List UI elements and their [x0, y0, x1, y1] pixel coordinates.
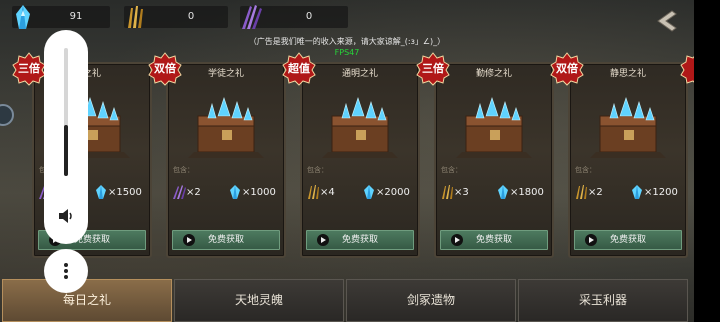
- gift-card: 通明之礼包含： ×4 ×2000 免费获取: [300, 62, 420, 258]
- gold-feather-icon: [128, 6, 143, 28]
- more-icon-dot: [64, 269, 68, 273]
- reward-item: ×1800: [496, 184, 544, 202]
- button-label: 免费获取: [341, 235, 378, 245]
- badge-label: 超值: [288, 62, 310, 75]
- reward-qty: ×4: [320, 187, 335, 198]
- feather-count: 0: [187, 11, 195, 22]
- tab-sword-tomb-relic[interactable]: 剑冢遗物: [346, 279, 516, 322]
- ad-notice: （广告是我们唯一的收入来源，请大家谅解_(:з」∠)_）: [248, 37, 446, 46]
- speaker-icon[interactable]: [56, 206, 76, 226]
- blue-crystal-icon: [16, 5, 30, 29]
- reward-item: ×2000: [362, 184, 410, 202]
- back-arrow-icon[interactable]: [654, 8, 680, 34]
- resource-crystal: 91: [12, 5, 110, 29]
- side-circle-button[interactable]: [0, 104, 14, 126]
- gift-card: 勤修之礼包含： ×3 ×1800 免费获取: [434, 62, 554, 258]
- tab-jade-tools[interactable]: 采玉利器: [518, 279, 688, 322]
- reward-qty: ×2: [186, 187, 201, 198]
- gift-card: 学徒之礼包含： ×2 ×1000 免费获取: [166, 62, 286, 258]
- treasure-chest-image: [174, 86, 278, 162]
- play-ad-icon: [451, 234, 463, 246]
- more-icon-dot: [64, 263, 68, 267]
- badge-label: 双倍: [556, 62, 578, 75]
- multiplier-badge: 超值: [282, 52, 316, 86]
- volume-panel[interactable]: [44, 30, 88, 244]
- free-claim-button[interactable]: 免费获取: [306, 230, 414, 250]
- gift-title: 学徒之礼: [207, 69, 244, 79]
- reward-item: ×2: [172, 184, 201, 202]
- reward-qty: ×2: [588, 187, 603, 198]
- tab-label: 采玉利器: [578, 293, 627, 307]
- reward-qty: ×1500: [108, 187, 142, 198]
- tab-label: 剑冢遗物: [406, 293, 455, 307]
- reward-item: ×1500: [94, 184, 142, 202]
- badge-label: 双倍: [154, 62, 176, 75]
- more-icon-dot: [64, 275, 68, 279]
- multiplier-badge: 三倍: [416, 52, 450, 86]
- screen-edge: [694, 0, 720, 322]
- free-claim-button[interactable]: 免费获取: [574, 230, 682, 250]
- reward-items: ×4 ×2000: [302, 182, 418, 204]
- button-label: 免费获取: [207, 235, 244, 245]
- purple-claw-icon: [242, 5, 262, 29]
- reward-items: ×3 ×1800: [436, 182, 552, 204]
- gift-title: 勤修之礼: [475, 69, 512, 79]
- partial-badge: [680, 55, 694, 84]
- volume-level[interactable]: [64, 125, 68, 176]
- gift-title: 静思之礼: [609, 69, 646, 79]
- reward-qty: ×1000: [242, 187, 276, 198]
- game-screen: 91 0 0 （广告是我们唯一的收入来源，请大家谅解_(:з」∠)_） FPS4…: [0, 0, 694, 322]
- reward-items: ×2 ×1200: [570, 182, 686, 204]
- tab-label: 天地灵魄: [234, 293, 283, 307]
- resource-claw: 0: [240, 5, 348, 29]
- tab-daily-gift[interactable]: 每日之礼: [2, 279, 172, 322]
- multiplier-badge: 双倍: [550, 52, 584, 86]
- multiplier-badge: 双倍: [148, 52, 182, 86]
- button-label: 免费获取: [609, 235, 646, 245]
- reward-items: ×2 ×1000: [168, 182, 284, 204]
- gift-card: 静思之礼包含： ×2 ×1200 免费获取: [568, 62, 688, 258]
- button-label: 免费获取: [475, 235, 512, 245]
- more-options-button[interactable]: [44, 249, 88, 293]
- contains-label: 包含：: [173, 166, 194, 174]
- tab-heaven-earth-soul[interactable]: 天地灵魄: [174, 279, 344, 322]
- treasure-chest-image: [442, 86, 546, 162]
- play-ad-icon: [585, 234, 597, 246]
- contains-label: 包含：: [441, 166, 462, 174]
- claw-count: 0: [305, 11, 313, 22]
- badge-label: 三倍: [18, 62, 40, 75]
- reward-qty: ×2000: [376, 187, 410, 198]
- contains-label: 包含：: [575, 166, 596, 174]
- play-ad-icon: [183, 234, 195, 246]
- free-claim-button[interactable]: 免费获取: [172, 230, 280, 250]
- badge-label: 三倍: [422, 62, 444, 75]
- reward-item: ×1000: [228, 184, 276, 202]
- contains-label: 包含：: [307, 166, 328, 174]
- treasure-chest-image: [308, 86, 412, 162]
- reward-item: ×3: [440, 184, 469, 202]
- treasure-chest-image: [576, 86, 680, 162]
- play-ad-icon: [317, 234, 329, 246]
- free-claim-button[interactable]: 免费获取: [440, 230, 548, 250]
- tab-label: 每日之礼: [62, 293, 111, 307]
- reward-item: ×4: [306, 184, 335, 202]
- gift-title: 通明之礼: [341, 69, 378, 79]
- reward-qty: ×3: [454, 187, 469, 198]
- reward-item: ×2: [574, 184, 603, 202]
- crystal-count: 91: [69, 11, 83, 22]
- fps-counter: FPS47: [334, 48, 360, 57]
- reward-qty: ×1800: [510, 187, 544, 198]
- resource-feather: 0: [124, 6, 228, 28]
- reward-qty: ×1200: [644, 187, 678, 198]
- multiplier-badge: 三倍: [12, 52, 46, 86]
- reward-item: ×1200: [630, 184, 678, 202]
